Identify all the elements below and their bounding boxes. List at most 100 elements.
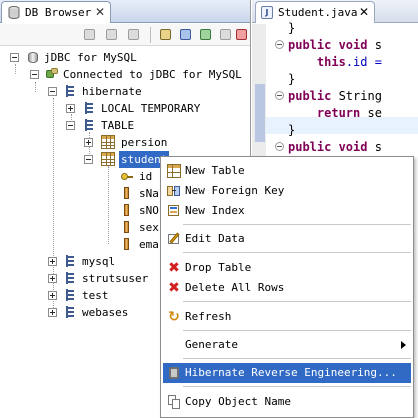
menu-item-refresh[interactable]: ↻ Refresh (163, 307, 411, 327)
connection-icon (45, 67, 59, 81)
menu-item-label: New Table (185, 164, 245, 177)
code-keyword: this (316, 55, 346, 69)
code-line[interactable]: public String (288, 88, 382, 105)
code-text: } (288, 123, 296, 137)
menu-item-label: Copy Object Name (185, 395, 291, 408)
new-table-icon (167, 164, 181, 178)
expand-toggle-icon[interactable] (48, 308, 57, 317)
column-icon (120, 237, 134, 251)
fold-icon[interactable] (275, 40, 284, 49)
delete-icon: ✖ (168, 260, 180, 276)
edit-data-icon (167, 232, 181, 246)
folder-icon (82, 118, 96, 132)
menu-item-label: Drop Table (185, 261, 252, 274)
code-keyword: public void (288, 38, 368, 52)
menu-separator (183, 358, 411, 359)
delete-connection-icon[interactable] (126, 27, 142, 43)
code-line[interactable]: } (288, 122, 295, 139)
menu-item-new-foreign-key[interactable]: New Foreign Key (163, 181, 411, 201)
schema-icon (63, 288, 77, 302)
menu-item-new-table[interactable]: New Table (163, 161, 411, 181)
code-line[interactable]: } (288, 71, 295, 88)
sql-editor-icon[interactable] (218, 27, 234, 43)
toolbar-separator (150, 27, 151, 43)
column-icon (120, 220, 134, 234)
menu-item-new-index[interactable]: New Index (163, 201, 411, 221)
code-line[interactable]: return se (288, 105, 382, 122)
tree-node-label: persion (121, 136, 168, 149)
expand-toggle-icon[interactable] (48, 291, 57, 300)
collapse-toggle-icon[interactable] (66, 121, 75, 130)
editor-tab-label: Student.java (278, 6, 358, 19)
menu-item-generate[interactable]: Generate (163, 335, 411, 355)
menu-separator (183, 386, 411, 387)
fold-icon[interactable] (275, 142, 284, 151)
menu-item-label: Edit Data (185, 232, 245, 245)
fold-icon[interactable] (275, 91, 284, 100)
menu-separator (183, 224, 411, 225)
column-icon (120, 203, 134, 217)
close-icon[interactable]: ✕ (95, 5, 105, 19)
collapse-toggle-icon[interactable] (10, 53, 19, 62)
code-text: String (331, 89, 382, 103)
java-file-icon: J (261, 6, 273, 19)
code-field: .id = (345, 55, 382, 69)
menu-item-label: New Foreign Key (185, 184, 285, 197)
collapse-toggle-icon[interactable] (48, 87, 57, 96)
db-browser-tab-label: DB Browser (25, 6, 92, 19)
database-icon (26, 50, 40, 64)
tree-node-label: strutsuser (82, 272, 149, 285)
tree-node-label: hibernate (82, 85, 142, 98)
edit-connection-icon[interactable] (104, 27, 120, 43)
code-line[interactable]: public void s (288, 37, 382, 54)
menu-item-label: Refresh (185, 310, 232, 323)
editor-tab-student-java[interactable]: J Student.java ✕ (255, 1, 375, 23)
open-connection-icon[interactable] (158, 27, 174, 43)
submenu-arrow-icon (401, 341, 406, 349)
tree-node-label: ema (139, 238, 159, 251)
table-icon (101, 152, 115, 166)
code-text: se (360, 106, 382, 120)
code-keyword: return (316, 106, 361, 120)
close-icon[interactable]: ✕ (359, 5, 369, 19)
copy-icon (167, 395, 181, 409)
code-line[interactable]: } (288, 20, 295, 37)
view-menu-icon[interactable] (234, 27, 250, 43)
code-line[interactable]: public void s (288, 139, 382, 156)
expand-toggle-icon[interactable] (48, 274, 57, 283)
new-connection-icon[interactable] (82, 27, 98, 43)
schema-icon (63, 254, 77, 268)
primary-key-icon (120, 169, 134, 183)
menu-item-label: Hibernate Reverse Engineering... (185, 366, 397, 379)
menu-separator (183, 252, 411, 253)
schema-icon (63, 271, 77, 285)
collapse-toggle-icon[interactable] (84, 155, 93, 164)
menu-item-label: Generate (185, 338, 238, 351)
column-icon (120, 186, 134, 200)
tree-node-label: test (82, 289, 109, 302)
menu-item-hibernate-reverse-engineering[interactable]: Hibernate Reverse Engineering... (163, 363, 411, 383)
menu-item-drop-table[interactable]: ✖ Drop Table (163, 258, 411, 278)
expand-toggle-icon[interactable] (66, 104, 75, 113)
menu-separator (183, 330, 411, 331)
tree-node-label: webases (82, 306, 129, 319)
code-line[interactable]: this.id = (288, 54, 382, 71)
tree-node-label: sNO (139, 204, 159, 217)
expand-toggle-icon[interactable] (84, 138, 93, 147)
new-table-icon[interactable] (178, 27, 194, 43)
db-browser-toolbar (0, 24, 250, 46)
schema-icon (63, 305, 77, 319)
edit-table-icon[interactable] (198, 27, 214, 43)
collapse-toggle-icon[interactable] (30, 70, 39, 79)
menu-item-copy-object-name[interactable]: Copy Object Name (163, 392, 411, 412)
menu-item-edit-data[interactable]: Edit Data (163, 229, 411, 249)
menu-item-label: New Index (185, 204, 245, 217)
expand-toggle-icon[interactable] (48, 257, 57, 266)
db-browser-tab[interactable]: DB Browser ✕ (1, 1, 111, 23)
context-menu: New Table New Foreign Key New Index Edit… (160, 156, 414, 418)
menu-item-delete-all-rows[interactable]: ✖ Delete All Rows (163, 278, 411, 298)
folder-icon (82, 101, 96, 115)
tree-node-label: Connected to jDBC for MySQL (63, 68, 242, 81)
